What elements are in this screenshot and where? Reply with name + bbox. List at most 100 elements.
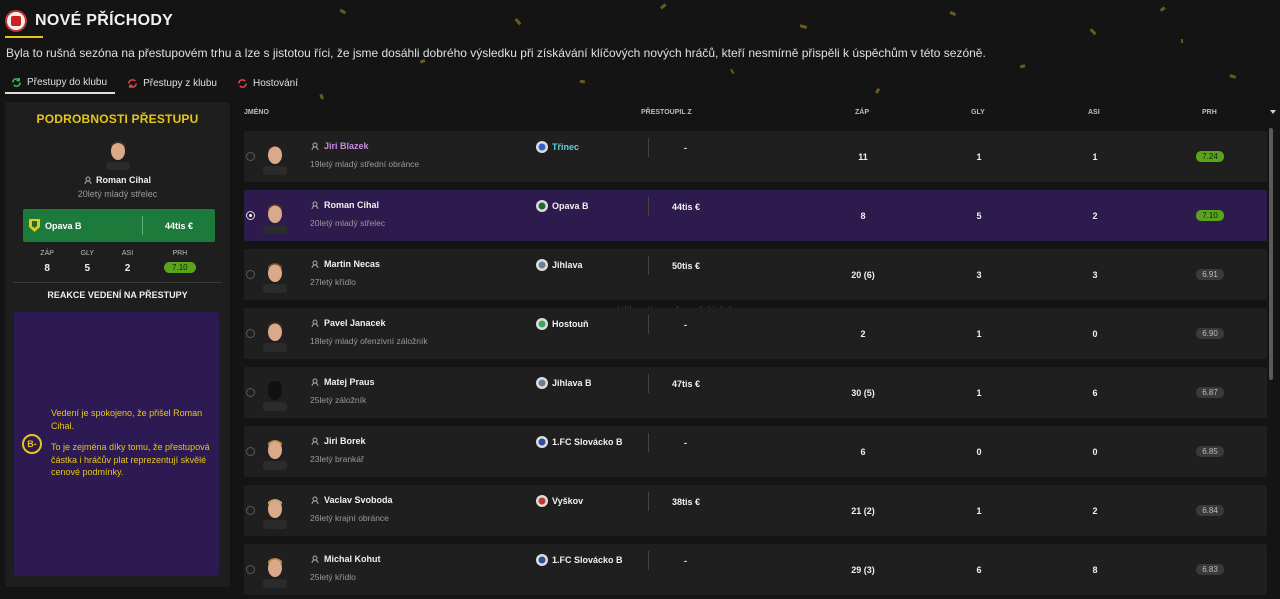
club-crest-icon bbox=[536, 200, 548, 212]
column-header-from[interactable]: PŘESTOUPIL Z bbox=[641, 109, 692, 116]
appearances: 30 (5) bbox=[851, 388, 875, 398]
person-icon bbox=[311, 319, 319, 327]
goals: 1 bbox=[976, 506, 982, 516]
player-name[interactable]: Jiri Blazek bbox=[311, 141, 369, 151]
previous-club[interactable]: Opava B bbox=[535, 199, 589, 213]
sort-arrow-icon[interactable] bbox=[1270, 110, 1276, 114]
goals: 0 bbox=[976, 447, 982, 457]
player-name[interactable]: Martin Necas bbox=[311, 259, 380, 269]
tab-label: Hostování bbox=[253, 77, 299, 89]
column-header-goals[interactable]: GLY bbox=[971, 109, 985, 116]
table-row[interactable]: Jiri Blazek 19letý mladý střední obránce… bbox=[244, 131, 1267, 182]
transfer-out-icon bbox=[128, 78, 137, 88]
person-icon bbox=[311, 378, 319, 386]
table-row[interactable]: Martin Necas 27letý křídlo Jihlava 50tis… bbox=[244, 249, 1267, 300]
player-name[interactable]: Jiri Borek bbox=[311, 436, 366, 446]
appearances: 21 (2) bbox=[851, 506, 875, 516]
row-radio[interactable] bbox=[246, 270, 255, 279]
player-avatar bbox=[263, 440, 287, 470]
scrollbar[interactable] bbox=[1269, 128, 1273, 380]
reaction-title: REAKCE VEDENÍ NA PŘESTUPY bbox=[47, 290, 188, 300]
player-avatar bbox=[263, 558, 287, 588]
tab-bar: Přestupy do klubu Přestupy z klubu Hosto… bbox=[5, 72, 306, 94]
transfer-club-name: Opava B bbox=[45, 220, 82, 231]
player-name-text: Roman Cihal bbox=[324, 200, 380, 210]
transfer-fee: 44tis € bbox=[672, 202, 701, 212]
club-crest-icon bbox=[5, 10, 27, 32]
row-radio[interactable] bbox=[246, 329, 255, 338]
rating-badge: 7.24 bbox=[1196, 151, 1224, 162]
transfer-fee: - bbox=[684, 143, 687, 153]
previous-club[interactable]: 1.FC Slovácko B bbox=[535, 435, 623, 449]
table-row[interactable]: Pavel Janacek 18letý mladý ofenzivní zál… bbox=[244, 308, 1267, 359]
appearances: 29 (3) bbox=[851, 565, 875, 575]
reaction-text: Vedení je spokojeno, že přišel Roman Cih… bbox=[51, 407, 211, 479]
row-radio[interactable] bbox=[246, 211, 255, 220]
player-name-text: Matej Praus bbox=[324, 377, 375, 387]
opava-crest-icon bbox=[29, 219, 40, 232]
player-name[interactable]: Matej Praus bbox=[311, 377, 375, 387]
selected-player-name[interactable]: Roman Cihal bbox=[5, 175, 230, 185]
rating-badge: 6.91 bbox=[1196, 269, 1224, 280]
column-header-name[interactable]: JMÉNO bbox=[244, 109, 269, 116]
player-name[interactable]: Vaclav Svoboda bbox=[311, 495, 393, 505]
goals: 3 bbox=[976, 270, 982, 280]
player-name[interactable]: Pavel Janacek bbox=[311, 318, 386, 328]
previous-club[interactable]: Hostouň bbox=[535, 317, 589, 331]
rating-badge: 6.85 bbox=[1196, 446, 1224, 457]
stat-label: ZÁP bbox=[40, 250, 54, 257]
tab-label: Přestupy z klubu bbox=[143, 77, 217, 89]
person-icon bbox=[311, 555, 319, 563]
page-title: NOVÉ PŘÍCHODY bbox=[35, 12, 174, 29]
previous-club-name: 1.FC Slovácko B bbox=[552, 555, 623, 565]
column-header-assists[interactable]: ASI bbox=[1088, 109, 1100, 116]
previous-club[interactable]: Vyškov bbox=[535, 494, 583, 508]
player-photo bbox=[105, 141, 130, 170]
goals: 1 bbox=[976, 329, 982, 339]
club-crest-icon bbox=[536, 377, 548, 389]
previous-club[interactable]: 1.FC Slovácko B bbox=[535, 553, 623, 567]
appearances: 2 bbox=[860, 329, 866, 339]
player-name-text: Jiri Blazek bbox=[324, 141, 369, 151]
previous-club-name: Opava B bbox=[552, 201, 589, 211]
row-radio[interactable] bbox=[246, 565, 255, 574]
table-row[interactable]: Matej Praus 25letý záložník Jihlava B 47… bbox=[244, 367, 1267, 418]
tab-label: Přestupy do klubu bbox=[27, 76, 108, 88]
player-desc: 25letý záložník bbox=[310, 395, 367, 405]
previous-club[interactable]: Třinec bbox=[535, 140, 579, 154]
details-title: PODROBNOSTI PŘESTUPU bbox=[36, 112, 199, 126]
player-avatar bbox=[263, 263, 287, 293]
goals: 6 bbox=[976, 565, 982, 575]
club-crest-icon bbox=[536, 318, 548, 330]
grade-badge: B- bbox=[22, 434, 42, 454]
tab-loans[interactable]: Hostování bbox=[231, 72, 306, 94]
stat-label: PRH bbox=[172, 250, 188, 257]
previous-club[interactable]: Jihlava B bbox=[535, 376, 592, 390]
assists: 2 bbox=[1092, 211, 1098, 221]
column-header-rating[interactable]: PRH bbox=[1202, 109, 1217, 116]
table-row[interactable]: Roman Cihal 20letý mladý střelec Opava B… bbox=[244, 190, 1267, 241]
table-row[interactable]: Jiri Borek 23letý brankář 1.FC Slovácko … bbox=[244, 426, 1267, 477]
row-radio[interactable] bbox=[246, 152, 255, 161]
transfer-fee: - bbox=[684, 320, 687, 330]
row-radio[interactable] bbox=[246, 447, 255, 456]
table-row[interactable]: Vaclav Svoboda 26letý krajní obránce Vyš… bbox=[244, 485, 1267, 536]
player-name[interactable]: Michal Kohut bbox=[311, 554, 381, 564]
player-desc: 26letý krajní obránce bbox=[310, 513, 389, 523]
player-name[interactable]: Roman Cihal bbox=[311, 200, 379, 210]
rating-badge: 6.84 bbox=[1196, 505, 1224, 516]
player-name-text: Martin Necas bbox=[324, 259, 381, 269]
person-icon bbox=[84, 176, 92, 184]
row-radio[interactable] bbox=[246, 388, 255, 397]
column-header-apps[interactable]: ZÁP bbox=[855, 109, 869, 116]
previous-club[interactable]: Jihlava bbox=[535, 258, 583, 272]
assists: 3 bbox=[1092, 270, 1098, 280]
previous-club-name: Vyškov bbox=[552, 496, 584, 506]
row-radio[interactable] bbox=[246, 506, 255, 515]
player-avatar bbox=[263, 322, 287, 352]
tab-transfers-out[interactable]: Přestupy z klubu bbox=[121, 72, 225, 94]
tab-transfers-in[interactable]: Přestupy do klubu bbox=[5, 72, 116, 94]
assists: 1 bbox=[1092, 152, 1098, 162]
table-row[interactable]: Michal Kohut 25letý křídlo 1.FC Slovácko… bbox=[244, 544, 1267, 595]
player-desc: 20letý mladý střelec bbox=[310, 218, 386, 228]
